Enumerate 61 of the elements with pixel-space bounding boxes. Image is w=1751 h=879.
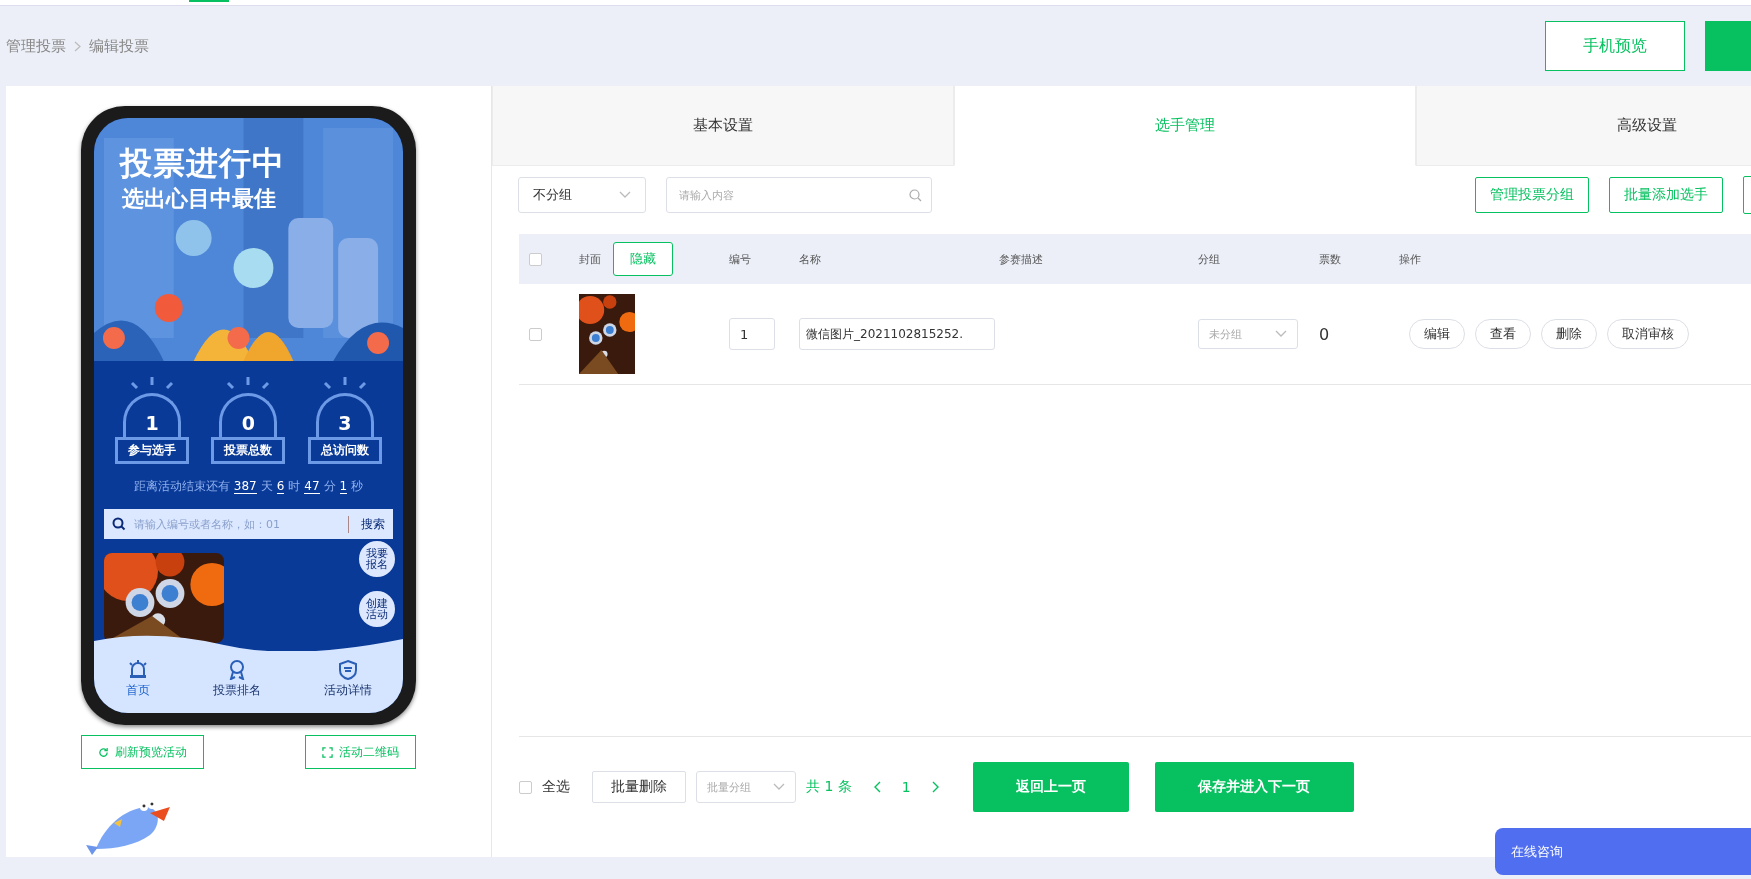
stat-value: 1: [145, 412, 159, 436]
column-header: 操作: [1399, 251, 1422, 267]
stat-value: 0: [241, 412, 256, 436]
nav-tab[interactable]: 首页: [125, 659, 150, 700]
search-field[interactable]: 请输入内容: [666, 177, 932, 213]
group-select[interactable]: 不分组: [518, 177, 646, 213]
phone-search-field[interactable]: 请输入编号或者名称，如：01 搜索: [104, 509, 393, 539]
banner-subtitle: 选出心目中最佳: [122, 185, 276, 213]
nav-tab[interactable]: 投票排名: [212, 659, 261, 700]
stat-label: 参与选手: [115, 437, 190, 464]
chat-button[interactable]: 在线咨询: [1495, 828, 1751, 875]
name-field[interactable]: 微信图片_2021102815252.: [799, 318, 995, 350]
chevron-right-icon[interactable]: [930, 781, 939, 793]
countdown-unit: 时: [288, 478, 301, 495]
total-count: 共 1 条: [806, 778, 852, 796]
search-icon: [112, 517, 126, 531]
checkbox[interactable]: [529, 327, 542, 341]
action-button[interactable]: 删除: [1541, 319, 1597, 349]
number-field[interactable]: 1: [729, 318, 775, 350]
countdown-label: 距离活动结束还有: [133, 478, 230, 495]
stat-label: 总访问数: [307, 437, 382, 464]
action-button[interactable]: 编辑: [1409, 319, 1465, 349]
refresh-icon: [98, 746, 109, 758]
nav-tab[interactable]: 活动详情: [323, 659, 372, 700]
vote-count: 0: [1319, 324, 1331, 344]
countdown-unit: 天: [260, 478, 273, 495]
action-button[interactable]: 取消审核: [1607, 319, 1689, 349]
countdown-unit: 秒: [351, 478, 364, 495]
search-icon: [909, 189, 922, 202]
countdown-unit: 分: [323, 478, 336, 495]
select-all-label[interactable]: 全选: [542, 778, 570, 796]
column-header: 封面: [579, 251, 601, 267]
search-button[interactable]: 搜索: [348, 515, 385, 533]
tab[interactable]: 基本设置: [492, 86, 954, 166]
chevron-right-icon: [74, 40, 81, 52]
floating-button[interactable]: 创建活动: [357, 589, 397, 629]
countdown-value: 387: [233, 479, 257, 494]
stat-label: 投票总数: [211, 437, 286, 464]
banner-title: 投票进行中: [120, 143, 285, 184]
tab[interactable]: 高级设置: [1416, 86, 1751, 166]
chevron-down-icon: [773, 783, 785, 791]
scan-frame-icon: [322, 746, 333, 758]
shield-icon: [336, 659, 359, 681]
column-header: 编号: [729, 251, 752, 267]
checkbox[interactable]: [529, 252, 542, 266]
column-header: 参赛描述: [999, 251, 1044, 267]
stat-value: 3: [338, 412, 352, 436]
chevron-left-icon[interactable]: [873, 781, 882, 793]
chevron-down-icon: [619, 191, 631, 199]
countdown-value: 47: [304, 479, 320, 494]
countdown-value: 1: [339, 479, 348, 494]
action-button[interactable]: 查看: [1475, 319, 1531, 349]
chevron-down-icon: [1275, 330, 1287, 338]
batch-delete-button[interactable]: 批量删除: [592, 771, 686, 803]
alarm-light-icon: [126, 659, 149, 681]
column-header: 名称: [799, 251, 822, 267]
column-header: 分组: [1198, 251, 1221, 267]
floating-button[interactable]: 我要报名: [357, 539, 397, 579]
column-header: 票数: [1319, 251, 1342, 267]
countdown-value: 6: [276, 479, 285, 494]
checkbox[interactable]: [519, 780, 532, 794]
